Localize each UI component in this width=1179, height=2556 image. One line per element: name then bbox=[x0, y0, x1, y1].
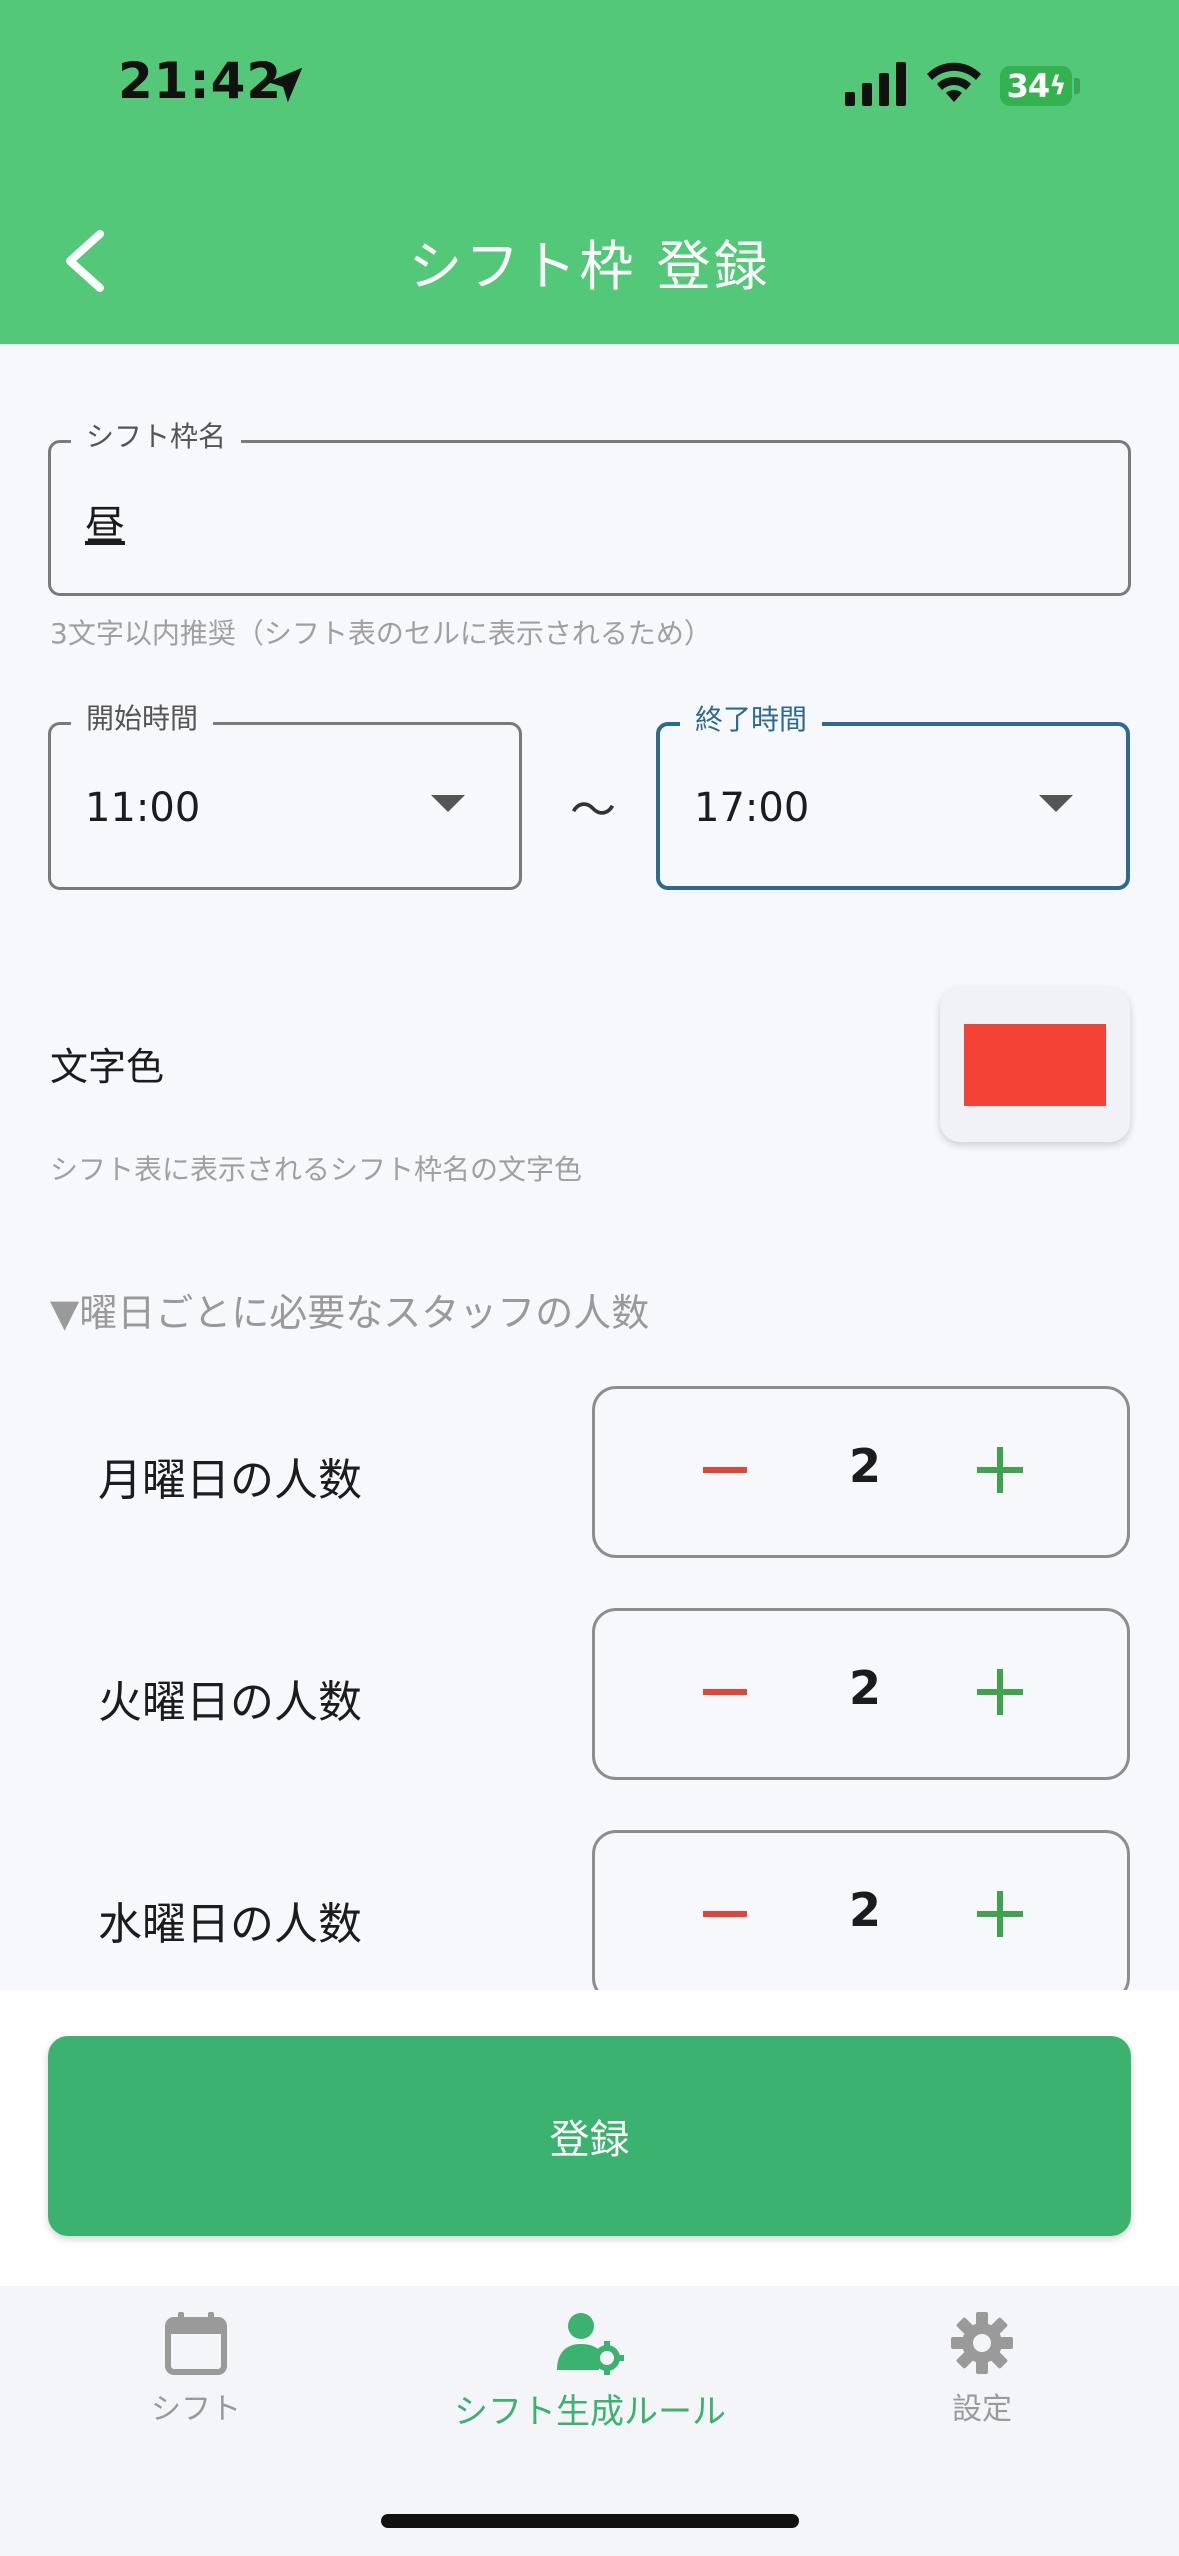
register-button[interactable]: 登録 bbox=[48, 2036, 1131, 2236]
plus-icon[interactable] bbox=[977, 1447, 1023, 1493]
end-time-value: 17:00 bbox=[694, 785, 810, 831]
monday-count-label: 月曜日の人数 bbox=[98, 1455, 362, 1506]
tab-settings-label: 設定 bbox=[952, 2392, 1012, 2427]
minus-icon[interactable] bbox=[703, 1911, 747, 1917]
start-time-label: 開始時間 bbox=[71, 701, 214, 737]
time-range-separator: 〜 bbox=[570, 783, 616, 837]
staff-count-section-title: ▼曜日ごとに必要なスタッフの人数 bbox=[50, 1291, 650, 1335]
page-title: シフト枠 登録 bbox=[408, 235, 771, 298]
wednesday-count-value: 2 bbox=[848, 1883, 881, 1937]
tuesday-count-value: 2 bbox=[848, 1661, 881, 1715]
minus-icon[interactable] bbox=[703, 1467, 747, 1473]
tab-shift-label: シフト bbox=[151, 2392, 241, 2427]
wednesday-count-stepper: 2 bbox=[592, 1830, 1130, 2002]
text-color-swatch bbox=[964, 1024, 1106, 1106]
cellular-signal-icon bbox=[845, 62, 906, 106]
wednesday-count-label: 水曜日の人数 bbox=[98, 1899, 362, 1950]
text-color-picker[interactable] bbox=[940, 988, 1130, 1142]
end-time-label: 終了時間 bbox=[680, 702, 823, 738]
home-indicator[interactable] bbox=[381, 2514, 799, 2528]
start-time-arrow-icon bbox=[431, 795, 465, 812]
status-time: 21:42 bbox=[118, 52, 283, 110]
wifi-icon bbox=[927, 62, 981, 102]
battery-level: 34 bbox=[1006, 67, 1051, 105]
start-time-dropdown[interactable]: 開始時間 11:00 bbox=[48, 701, 522, 890]
plus-icon[interactable] bbox=[977, 1669, 1023, 1715]
battery-indicator: 34 ϟ bbox=[1000, 66, 1072, 106]
plus-icon[interactable] bbox=[977, 1891, 1023, 1937]
end-time-dropdown[interactable]: 終了時間 17:00 bbox=[656, 702, 1130, 890]
person-gear-icon bbox=[557, 2313, 624, 2375]
calendar-icon bbox=[165, 2312, 227, 2375]
app-header: 21:42 34 ϟ シフト枠 登録 bbox=[0, 0, 1179, 344]
tuesday-count-label: 火曜日の人数 bbox=[98, 1677, 362, 1728]
gear-icon bbox=[951, 2312, 1013, 2374]
tab-shift-rules-label: シフト生成ルール bbox=[454, 2392, 726, 2432]
monday-count-value: 2 bbox=[848, 1439, 881, 1493]
tuesday-count-stepper: 2 bbox=[592, 1608, 1130, 1780]
tab-settings[interactable]: 設定 bbox=[882, 2310, 1082, 2428]
end-time-arrow-icon bbox=[1039, 795, 1073, 812]
start-time-value: 11:00 bbox=[85, 785, 201, 831]
minus-icon[interactable] bbox=[703, 1689, 747, 1695]
charging-bolt-icon: ϟ bbox=[1049, 71, 1066, 101]
shift-name-helper: 3文字以内推奨（シフト表のセルに表示されるため） bbox=[50, 617, 712, 650]
location-arrow-icon bbox=[267, 67, 303, 103]
tab-shift-rules[interactable]: シフト生成ルール bbox=[430, 2310, 750, 2433]
shift-name-value: 昼 bbox=[85, 503, 125, 549]
text-color-helper: シフト表に表示されるシフト枠名の文字色 bbox=[50, 1153, 583, 1186]
battery-tip bbox=[1074, 78, 1080, 94]
text-color-label: 文字色 bbox=[50, 1045, 165, 1089]
tab-shift[interactable]: シフト bbox=[96, 2310, 296, 2428]
shift-name-label: シフト枠名 bbox=[71, 419, 242, 455]
monday-count-stepper: 2 bbox=[592, 1386, 1130, 1558]
shift-name-field[interactable]: シフト枠名 昼 bbox=[48, 419, 1131, 596]
